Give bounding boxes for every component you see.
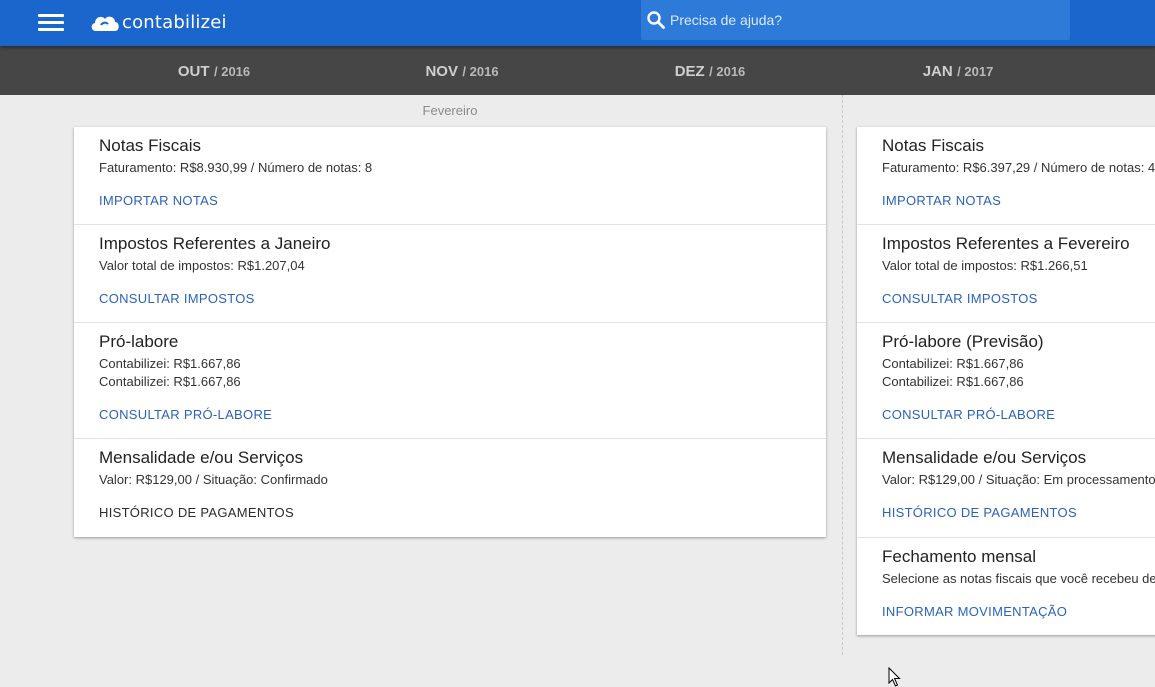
search-icon xyxy=(647,11,665,29)
column-divider xyxy=(842,95,843,655)
section-detail: Faturamento: R$6.397,29 / Número de nota… xyxy=(882,160,1155,175)
section-title: Notas Fiscais xyxy=(99,136,202,155)
section-title: Mensalidade e/ou Serviços xyxy=(99,448,304,467)
section-title: Fechamento mensal xyxy=(882,547,1037,566)
month-name: OUT xyxy=(177,63,210,80)
section-detail: Valor: R$129,00 / Situação: Confirmado xyxy=(99,472,328,487)
month-name: DEZ xyxy=(674,63,705,80)
impostos-section: Impostos Referentes a Janeiro Valor tota… xyxy=(74,225,826,323)
historico-pagamentos-link[interactable]: HISTÓRICO DE PAGAMENTOS xyxy=(99,505,294,520)
consultar-impostos-link[interactable]: CONSULTAR IMPOSTOS xyxy=(882,291,1038,306)
consultar-impostos-link[interactable]: CONSULTAR IMPOSTOS xyxy=(99,291,255,306)
month-bar: OUT / 2016 NOV / 2016 DEZ / 2016 JAN / 2… xyxy=(0,46,1155,95)
month-tab-oct-2016[interactable]: OUT / 2016 xyxy=(134,46,294,95)
section-title: Impostos Referentes a Janeiro xyxy=(99,234,331,253)
section-detail: Valor total de impostos: R$1.266,51 xyxy=(882,258,1088,273)
column-month-label: Fevereiro xyxy=(422,103,478,118)
mouse-pointer-icon xyxy=(888,667,901,687)
fechamento-mensal-section: Fechamento mensal Selecione as notas fis… xyxy=(857,538,1155,635)
top-bar: contabilizei xyxy=(0,0,1155,46)
month-summary-card: Notas Fiscais Faturamento: R$6.397,29 / … xyxy=(857,127,1155,635)
section-detail: Contabilizei: R$1.667,86 xyxy=(99,374,241,389)
month-year: / 2017 xyxy=(957,64,994,79)
section-title: Mensalidade e/ou Serviços xyxy=(882,448,1087,467)
historico-pagamentos-link[interactable]: HISTÓRICO DE PAGAMENTOS xyxy=(882,505,1077,520)
consultar-pro-labore-link[interactable]: CONSULTAR PRÓ-LABORE xyxy=(882,407,1055,422)
informar-movimentacao-link[interactable]: INFORMAR MOVIMENTAÇÃO xyxy=(882,604,1067,619)
cloud-logo-icon xyxy=(91,16,119,31)
section-title: Pró-labore (Previsão) xyxy=(882,332,1044,351)
month-tab-dec-2016[interactable]: DEZ / 2016 xyxy=(630,46,790,95)
section-detail: Contabilizei: R$1.667,86 xyxy=(882,356,1024,371)
section-detail: Selecione as notas fiscais que você rece… xyxy=(882,571,1155,586)
hamburger-menu-icon[interactable] xyxy=(38,12,64,34)
importar-notas-link[interactable]: IMPORTAR NOTAS xyxy=(99,193,218,208)
section-detail: Valor: R$129,00 / Situação: Em processam… xyxy=(882,472,1155,487)
pro-labore-section: Pró-labore Contabilizei: R$1.667,86 Cont… xyxy=(74,323,826,439)
section-title: Pró-labore xyxy=(99,332,179,351)
section-title: Impostos Referentes a Fevereiro xyxy=(882,234,1130,253)
logo-text: contabilizei xyxy=(122,11,227,33)
section-detail: Contabilizei: R$1.667,86 xyxy=(99,356,241,371)
importar-notas-link[interactable]: IMPORTAR NOTAS xyxy=(882,193,1001,208)
mensalidade-section: Mensalidade e/ou Serviços Valor: R$129,0… xyxy=(74,439,826,537)
section-title: Notas Fiscais xyxy=(882,136,985,155)
search-input[interactable] xyxy=(668,11,1052,29)
notas-fiscais-section: Notas Fiscais Faturamento: R$8.930,99 / … xyxy=(74,127,826,225)
section-detail: Valor total de impostos: R$1.207,04 xyxy=(99,258,305,273)
month-name: JAN xyxy=(922,63,953,80)
search-box[interactable] xyxy=(641,0,1070,40)
pro-labore-section: Pró-labore (Previsão) Contabilizei: R$1.… xyxy=(857,323,1155,439)
month-tab-jan-2017[interactable]: JAN / 2017 xyxy=(878,46,1038,95)
month-year: / 2016 xyxy=(213,64,251,79)
month-summary-card: Notas Fiscais Faturamento: R$8.930,99 / … xyxy=(74,127,826,537)
logo[interactable]: contabilizei xyxy=(89,9,227,35)
impostos-section: Impostos Referentes a Fevereiro Valor to… xyxy=(857,225,1155,323)
notas-fiscais-section: Notas Fiscais Faturamento: R$6.397,29 / … xyxy=(857,127,1155,225)
month-year: / 2016 xyxy=(709,64,746,79)
month-name: NOV xyxy=(425,63,458,80)
consultar-pro-labore-link[interactable]: CONSULTAR PRÓ-LABORE xyxy=(99,407,272,422)
month-year: / 2016 xyxy=(462,64,499,79)
section-detail: Contabilizei: R$1.667,86 xyxy=(882,374,1024,389)
mensalidade-section: Mensalidade e/ou Serviços Valor: R$129,0… xyxy=(857,439,1155,538)
section-detail: Faturamento: R$8.930,99 / Número de nota… xyxy=(99,160,373,175)
month-tab-nov-2016[interactable]: NOV / 2016 xyxy=(382,46,542,95)
